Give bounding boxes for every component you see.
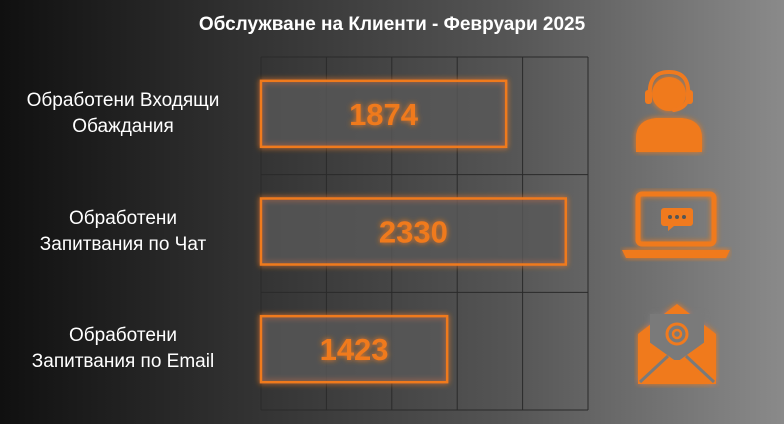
category-label: Обработени Запитвания по Email: [0, 323, 246, 375]
bar-value-label: 1423: [320, 332, 389, 367]
category-label: Обработени Запитвания по Чат: [0, 206, 246, 258]
bar-value-label: 2330: [379, 215, 448, 250]
category-label: Обработени Входящи Обаждания: [0, 88, 246, 140]
laptop-chat-icon: [622, 191, 730, 258]
category-label-line: Обработени: [69, 207, 177, 229]
email-envelope-icon: [638, 304, 716, 384]
bar-value-label: 1874: [349, 97, 419, 132]
category-label-line: Обработени: [69, 325, 177, 347]
category-label-line: Обработени Входящи: [26, 89, 220, 111]
category-label-line: Запитвания по Email: [31, 351, 215, 373]
category-label-line: Запитвания по Чат: [39, 233, 207, 255]
headset-agent-icon: [636, 69, 702, 152]
category-label-line: Обаждания: [72, 115, 174, 137]
